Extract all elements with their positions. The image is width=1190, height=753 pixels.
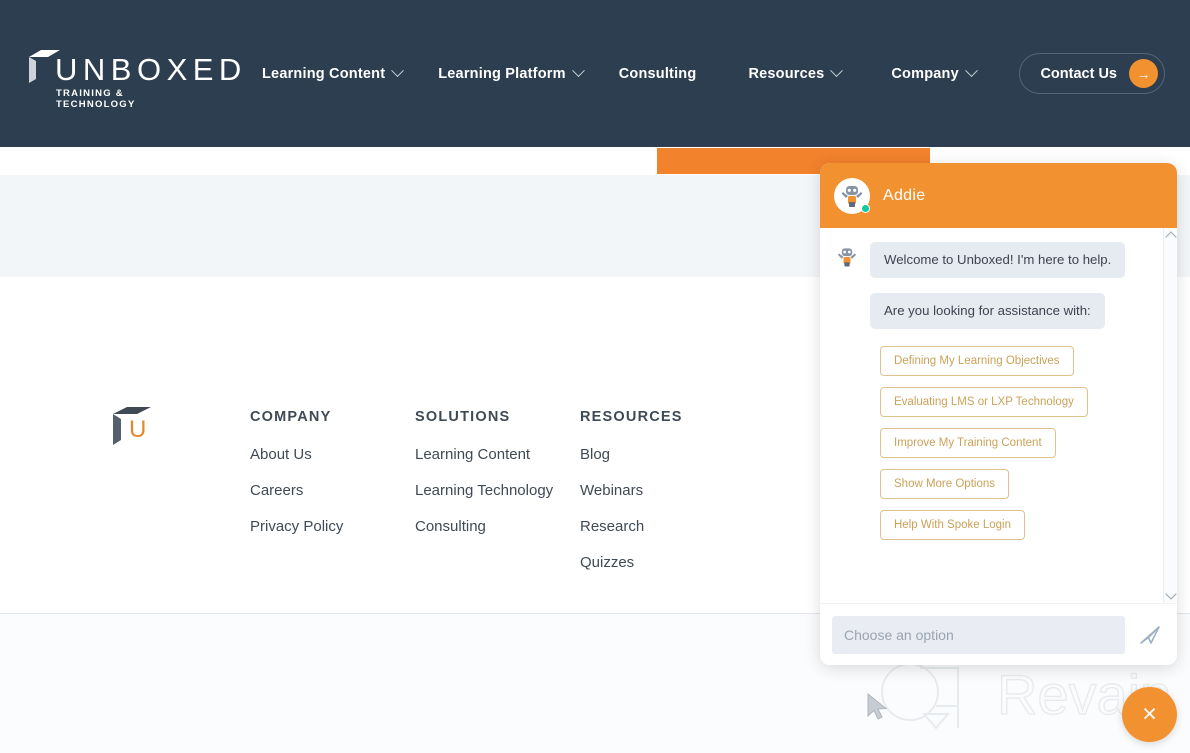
chat-quick-replies: Defining My Learning Objectives Evaluati… <box>880 346 1151 540</box>
chevron-down-icon <box>391 64 405 78</box>
footer-link-learning-technology[interactable]: Learning Technology <box>415 482 553 499</box>
footer-link-learning-content[interactable]: Learning Content <box>415 446 553 463</box>
close-chat-button[interactable]: × <box>1122 687 1177 742</box>
chevron-down-icon <box>830 64 844 78</box>
robot-avatar-icon <box>837 248 857 267</box>
logo-wordmark: UNBOXED <box>55 52 247 87</box>
svg-text:U: U <box>129 416 146 443</box>
nav-item-learning-platform[interactable]: Learning Platform <box>438 64 585 82</box>
page-root: UNBOXED TRAINING & TECHNOLOGY Learning C… <box>0 0 1190 753</box>
footer-link-consulting[interactable]: Consulting <box>415 518 553 535</box>
quick-reply-show-more-options[interactable]: Show More Options <box>880 469 1009 499</box>
nav-label: Resources <box>748 65 825 82</box>
nav-label: Learning Platform <box>438 65 566 82</box>
mouse-cursor-icon <box>867 692 888 720</box>
chat-agent-name: Addie <box>883 186 926 204</box>
nav-label: Consulting <box>618 65 697 82</box>
footer-link-quizzes[interactable]: Quizzes <box>580 554 683 571</box>
quick-reply-evaluating-lms-lxp[interactable]: Evaluating LMS or LXP Technology <box>880 387 1088 417</box>
chat-scrollbar[interactable] <box>1163 228 1177 603</box>
contact-us-label: Contact Us <box>1040 65 1117 82</box>
nav-item-learning-content[interactable]: Learning Content <box>262 64 405 82</box>
footer-link-careers[interactable]: Careers <box>250 482 343 499</box>
footer-column-company: COMPANY About Us Careers Privacy Policy <box>250 409 343 554</box>
footer-column-resources: RESOURCES Blog Webinars Research Quizzes <box>580 409 683 590</box>
nav-item-resources[interactable]: Resources <box>748 64 844 82</box>
quick-reply-defining-learning-objectives[interactable]: Defining My Learning Objectives <box>880 346 1074 376</box>
quick-reply-improve-training-content[interactable]: Improve My Training Content <box>880 428 1056 458</box>
chat-bubble-welcome: Welcome to Unboxed! I'm here to help. <box>870 242 1126 278</box>
arrow-right-icon: → <box>1129 59 1158 88</box>
footer-link-webinars[interactable]: Webinars <box>580 482 683 499</box>
logo-tagline: TRAINING & TECHNOLOGY <box>56 88 136 110</box>
footer-logo-icon[interactable]: U <box>110 404 154 448</box>
chat-message-input[interactable] <box>832 615 1125 654</box>
nav-item-consulting[interactable]: Consulting <box>619 66 697 82</box>
chevron-down-icon <box>571 64 585 78</box>
chevron-down-icon <box>964 64 978 78</box>
footer-link-blog[interactable]: Blog <box>580 446 683 463</box>
decorative-white-band <box>0 147 81 175</box>
scroll-down-icon[interactable] <box>1165 588 1177 600</box>
contact-us-button[interactable]: Contact Us → <box>1019 53 1165 94</box>
online-status-indicator <box>861 203 870 213</box>
footer-link-privacy-policy[interactable]: Privacy Policy <box>250 518 343 535</box>
nav-label: Company <box>891 65 959 82</box>
avatar <box>834 177 870 214</box>
chat-message-row: Welcome to Unboxed! I'm here to help. <box>834 242 1151 278</box>
chat-input-area <box>820 603 1177 665</box>
top-navigation-bar: UNBOXED TRAINING & TECHNOLOGY Learning C… <box>0 0 1190 147</box>
footer-link-about-us[interactable]: About Us <box>250 446 343 463</box>
footer-heading: SOLUTIONS <box>415 409 511 425</box>
chat-message-list: Welcome to Unboxed! I'm here to help. Ar… <box>820 228 1177 603</box>
nav-label: Learning Content <box>262 65 386 82</box>
send-paper-plane-icon <box>1140 625 1160 644</box>
chat-widget: Addie Welcome to Unboxed! I'm here to he… <box>820 163 1177 665</box>
site-logo[interactable]: UNBOXED TRAINING & TECHNOLOGY <box>27 44 241 110</box>
chat-bubble-prompt: Are you looking for assistance with: <box>870 293 1105 329</box>
footer-heading: RESOURCES <box>580 409 683 425</box>
send-message-button[interactable] <box>1133 618 1167 652</box>
chat-header: Addie <box>820 163 1177 228</box>
scroll-up-icon[interactable] <box>1165 231 1177 243</box>
footer-heading: COMPANY <box>250 409 332 425</box>
footer-link-research[interactable]: Research <box>580 518 683 535</box>
nav-links: Learning Content Learning Platform Consu… <box>262 0 1012 147</box>
footer-column-solutions: SOLUTIONS Learning Content Learning Tech… <box>415 409 553 554</box>
quick-reply-help-with-spoke-login[interactable]: Help With Spoke Login <box>880 510 1025 540</box>
nav-item-company[interactable]: Company <box>891 64 978 82</box>
